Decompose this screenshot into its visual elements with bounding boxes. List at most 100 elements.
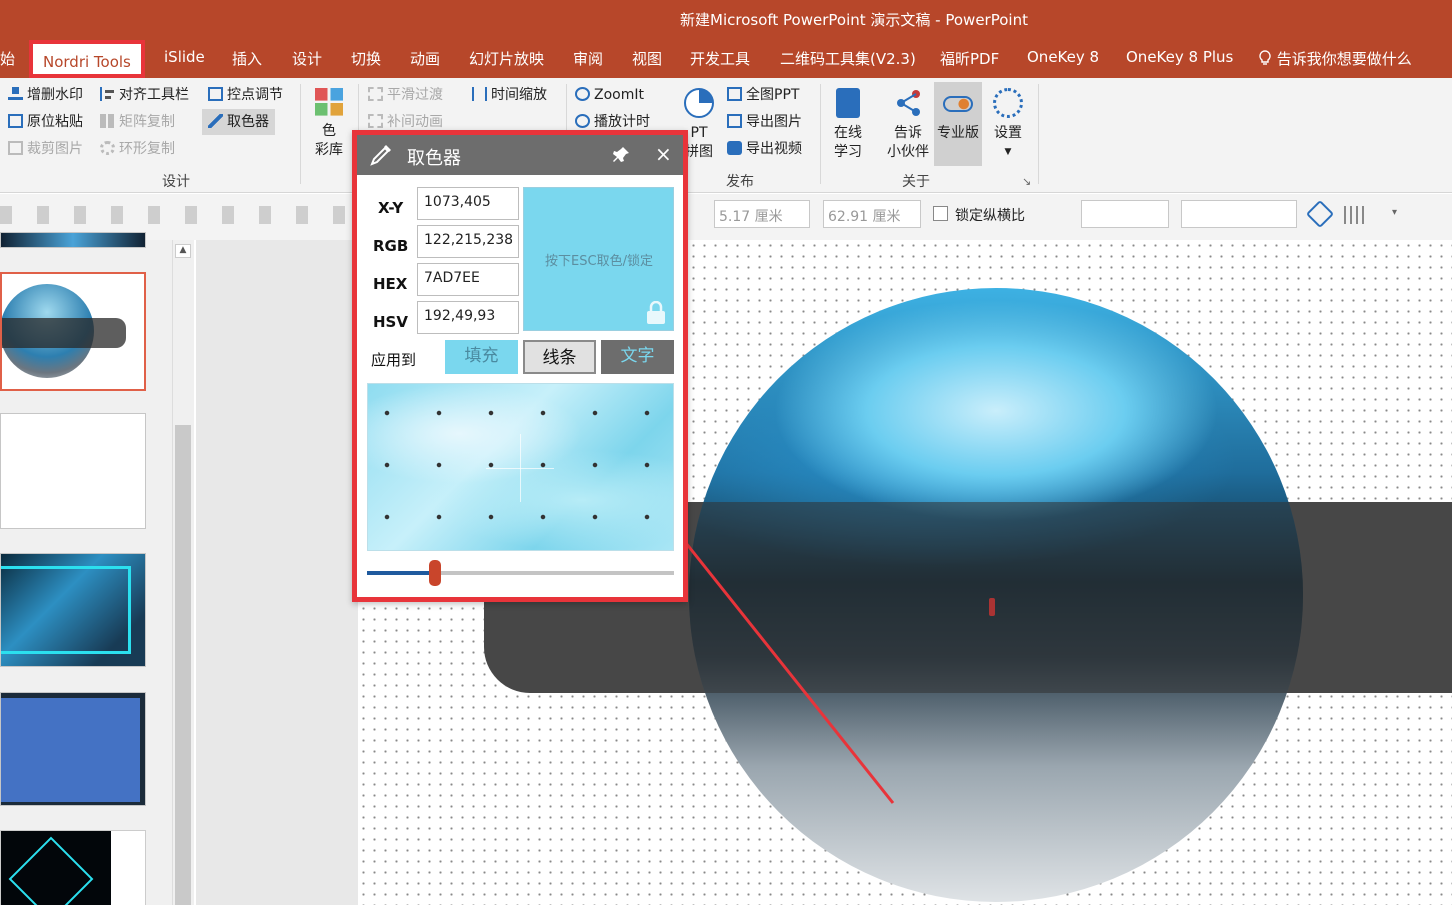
tab-view[interactable]: 视图 (632, 48, 662, 69)
color-swatch[interactable]: 按下ESC取色/锁定 (523, 187, 674, 331)
apply-text-button[interactable]: 文字 (601, 340, 674, 374)
smooth-transition-button[interactable]: 平滑过渡 (368, 84, 443, 106)
slide-thumbnail[interactable] (0, 413, 146, 529)
matrix-icon (100, 114, 115, 128)
online-learning-button[interactable]: 在线 学习 (826, 88, 870, 162)
zoomit-button[interactable]: ZoomIt (575, 84, 644, 106)
lock-ratio-checkbox[interactable] (933, 206, 948, 221)
pin-icon[interactable] (611, 145, 631, 165)
settings-button[interactable]: 设置 ▼ (988, 88, 1028, 162)
tab-design[interactable]: 设计 (292, 48, 322, 69)
time-scale-button[interactable]: 时间缩放 (472, 84, 547, 106)
tab-developer[interactable]: 开发工具 (690, 48, 750, 69)
hsv-field[interactable]: 192,49,93 (417, 301, 519, 334)
tab-foxit-pdf[interactable]: 福昕PDF (940, 48, 999, 69)
time-scale-label: 时间缩放 (491, 87, 547, 103)
align-icons-row[interactable] (0, 206, 350, 224)
align-toolbar-button[interactable]: 对齐工具栏 (100, 84, 189, 106)
apply-line-button[interactable]: 线条 (523, 340, 596, 374)
publish-group-label: 发布 (726, 174, 754, 190)
handle-adjust-button[interactable]: 控点调节 (208, 84, 283, 106)
matrix-copy-button[interactable]: 矩阵复制 (100, 111, 175, 133)
crosshair-h (486, 468, 554, 469)
paste-in-place-label: 原位粘贴 (27, 114, 83, 130)
export-image-button[interactable]: 导出图片 (727, 111, 802, 133)
watermark-icon (8, 87, 23, 101)
crop-image-button[interactable]: 裁剪图片 (8, 138, 83, 160)
pro-edition-button[interactable]: 专业版 (934, 82, 982, 166)
tab-onekey8[interactable]: OneKey 8 (1027, 48, 1099, 66)
tab-insert[interactable]: 插入 (232, 48, 262, 69)
ribbon-tab-bar: 始 Nordri Tools iSlide 插入 设计 切换 动画 幻灯片放映 … (0, 38, 1452, 78)
slide-thumbnail[interactable] (0, 830, 146, 905)
color-picker-dialog: 取色器 × X-Y RGB HEX HSV 1073,405 122,215,2… (352, 130, 688, 602)
zoom-slider-thumb[interactable] (428, 560, 441, 586)
export-video-label: 导出视频 (746, 141, 802, 157)
tab-animations[interactable]: 动画 (410, 48, 440, 69)
scroll-thumb[interactable] (175, 425, 191, 905)
tab-qrcode[interactable]: 二维码工具集(V2.3) (780, 48, 916, 69)
rgb-field[interactable]: 122,215,238 (417, 225, 519, 258)
align-icon (100, 87, 115, 101)
handle-adjust-label: 控点调节 (227, 87, 283, 103)
dialog-launcher-icon[interactable]: ↘ (1022, 175, 1031, 188)
color-library-label-1: 色 (322, 123, 336, 139)
thumbnail-scrollbar[interactable]: ▲ (172, 240, 194, 905)
position-x-field[interactable] (1081, 200, 1169, 228)
thumbnail-blue-rect (1, 698, 140, 802)
more-options-icon[interactable]: ▾ (1392, 207, 1397, 218)
tell-me-text: 告诉我你想要做什么 (1276, 50, 1412, 68)
full-image-ppt-button[interactable]: 全图PPT (727, 84, 799, 106)
handle-icon (208, 87, 223, 101)
tab-slideshow[interactable]: 幻灯片放映 (469, 48, 544, 69)
slide-thumbnail[interactable] (0, 232, 146, 248)
zoom-slider[interactable] (367, 560, 674, 586)
scroll-up-icon[interactable]: ▲ (175, 244, 191, 258)
slide-thumbnail-pane (0, 232, 172, 905)
share-label-1: 告诉 (894, 125, 922, 141)
share-button[interactable]: 告诉 小伙伴 (882, 88, 934, 162)
play-timer-label: 播放计时 (594, 114, 650, 130)
export-video-button[interactable]: 导出视频 (727, 138, 802, 160)
tween-animation-label: 补间动画 (387, 114, 443, 130)
hex-field[interactable]: 7AD7EE (417, 263, 519, 296)
tab-nordri-tools[interactable]: Nordri Tools (29, 40, 145, 78)
slide-thumbnail-selected[interactable] (0, 272, 146, 391)
color-picker-button[interactable]: 取色器 (202, 109, 275, 135)
ribbon-separator (1038, 84, 1039, 184)
rgb-label: RGB (373, 237, 409, 255)
magnifier-preview (367, 383, 674, 551)
xy-field[interactable]: 1073,405 (417, 187, 519, 220)
close-icon[interactable]: × (655, 142, 672, 166)
tab-review[interactable]: 审阅 (573, 48, 603, 69)
position-y-field[interactable] (1181, 200, 1297, 228)
tab-islide[interactable]: iSlide (164, 48, 205, 66)
tell-me-search[interactable]: 告诉我你想要做什么 (1258, 48, 1412, 69)
tab-onekey8-plus[interactable]: OneKey 8 Plus (1126, 48, 1233, 66)
shape-height-field[interactable]: 62.91 厘米 (823, 200, 921, 228)
thumbnail-diamond (8, 836, 94, 905)
paste-in-place-button[interactable]: 原位粘贴 (8, 111, 83, 133)
slide-thumbnail[interactable] (0, 553, 146, 667)
add-watermark-label: 增删水印 (27, 87, 83, 103)
ring-copy-button[interactable]: 环形复制 (100, 138, 175, 160)
align-toolbar-label: 对齐工具栏 (119, 87, 189, 103)
apply-fill-button[interactable]: 填充 (445, 340, 518, 374)
slide-thumbnail[interactable] (0, 692, 146, 806)
distribute-icon[interactable] (1344, 206, 1364, 224)
zoomit-label: ZoomIt (594, 87, 644, 103)
tab-start[interactable]: 始 (0, 48, 15, 69)
paste-icon (8, 114, 23, 128)
color-library-button[interactable]: 色 彩库 (308, 88, 350, 160)
tab-transitions[interactable]: 切换 (351, 48, 381, 69)
ring-icon (100, 141, 115, 155)
add-watermark-button[interactable]: 增删水印 (8, 84, 83, 106)
eyedropper-icon (370, 145, 391, 166)
ribbon-separator (820, 84, 821, 184)
dialog-header: 取色器 × (357, 135, 683, 175)
time-scale-icon (472, 87, 487, 101)
pro-edition-label: 专业版 (937, 125, 979, 141)
lock-icon[interactable] (645, 301, 667, 325)
share-icon (897, 90, 920, 116)
shape-width-field[interactable]: 5.17 厘米 (714, 200, 810, 228)
